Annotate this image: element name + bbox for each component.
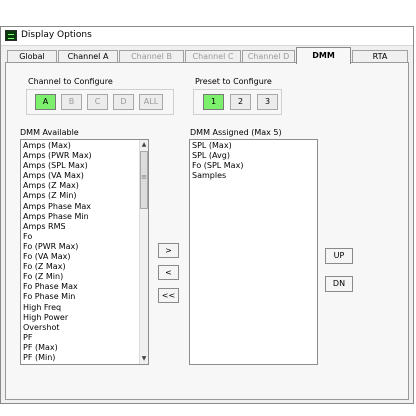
display-options-window: Display Options Global Channel A Channel… — [0, 26, 414, 404]
available-scrollbar[interactable]: ▲ ▼ — [139, 140, 148, 364]
list-item[interactable]: Fo (PWR Max) — [21, 242, 148, 252]
title-bar: Display Options — [1, 27, 413, 46]
list-item[interactable]: Amps (Z Max) — [21, 181, 148, 191]
available-listbox[interactable]: Amps (Max) Amps (PWR Max) Amps (SPL Max) Am… — [20, 139, 149, 365]
list-item[interactable]: Amps Phase Min — [21, 212, 148, 222]
list-item[interactable]: SPL (Max) — [190, 141, 317, 151]
list-item[interactable]: Samples — [190, 171, 317, 181]
list-item[interactable]: Fo — [21, 232, 148, 242]
list-item[interactable]: Fo (Z Min) — [21, 272, 148, 282]
tab-dmm[interactable]: DMM — [296, 47, 351, 64]
list-item[interactable]: High Freq — [21, 303, 148, 313]
scroll-up-arrow-icon[interactable]: ▲ — [140, 140, 148, 150]
list-item[interactable]: Fo (SPL Max) — [190, 161, 317, 171]
list-item[interactable]: Fo (VA Max) — [21, 252, 148, 262]
window-title: Display Options — [21, 30, 92, 40]
available-list-label: DMM Available — [20, 128, 79, 137]
tab-strip: Global Channel A Channel B Channel C Cha… — [1, 47, 413, 64]
channel-d-button: D — [113, 94, 134, 110]
channel-button-group: A B C D ALL — [26, 89, 174, 115]
list-item[interactable]: High Power — [21, 313, 148, 323]
list-item[interactable]: Amps (Max) — [21, 141, 148, 151]
list-item[interactable]: Fo Phase Max — [21, 282, 148, 292]
remove-all-button[interactable]: << — [158, 288, 179, 303]
channel-c-button: C — [87, 94, 108, 110]
list-item[interactable]: Amps (VA Max) — [21, 171, 148, 181]
channel-group-label: Channel to Configure — [28, 77, 113, 86]
scroll-thumb[interactable] — [140, 151, 148, 209]
assigned-list-label: DMM Assigned (Max 5) — [190, 128, 282, 137]
move-down-button[interactable]: DN — [325, 276, 353, 292]
list-item[interactable]: Amps (Z Min) — [21, 191, 148, 201]
dmm-panel: Channel to Configure A B C D ALL Preset … — [5, 62, 409, 400]
list-item[interactable]: PF (Max) — [21, 343, 148, 353]
preset-group-label: Preset to Configure — [195, 77, 272, 86]
add-button[interactable]: > — [158, 243, 179, 258]
preset-2-button[interactable]: 2 — [230, 94, 251, 110]
list-item[interactable]: SPL (Avg) — [190, 151, 317, 161]
list-item[interactable]: Fo (Z Max) — [21, 262, 148, 272]
list-item[interactable]: PF (Min) — [21, 353, 148, 363]
list-item[interactable]: Amps RMS — [21, 222, 148, 232]
list-item[interactable]: PF — [21, 333, 148, 343]
scroll-down-arrow-icon[interactable]: ▼ — [140, 354, 148, 364]
channel-b-button: B — [61, 94, 82, 110]
list-item[interactable]: Amps (PWR Max) — [21, 151, 148, 161]
preset-3-button[interactable]: 3 — [257, 94, 278, 110]
list-item[interactable]: PF (PWR Max) — [21, 363, 148, 364]
assigned-items: SPL (Max) SPL (Avg) Fo (SPL Max) Samples — [190, 140, 317, 181]
channel-all-button: ALL — [139, 94, 163, 110]
move-up-button[interactable]: UP — [325, 248, 353, 264]
remove-button[interactable]: < — [158, 265, 179, 280]
preset-1-button[interactable]: 1 — [203, 94, 224, 110]
list-item[interactable]: Overshot — [21, 323, 148, 333]
list-item[interactable]: Amps (SPL Max) — [21, 161, 148, 171]
list-item[interactable]: Fo Phase Min — [21, 292, 148, 302]
list-item[interactable]: Amps Phase Max — [21, 202, 148, 212]
oscilloscope-icon — [5, 30, 17, 41]
assigned-listbox[interactable]: SPL (Max) SPL (Avg) Fo (SPL Max) Samples — [189, 139, 318, 365]
channel-a-button[interactable]: A — [35, 94, 56, 110]
preset-button-group: 1 2 3 — [193, 89, 282, 115]
available-items: Amps (Max) Amps (PWR Max) Amps (SPL Max) Am… — [21, 140, 148, 364]
